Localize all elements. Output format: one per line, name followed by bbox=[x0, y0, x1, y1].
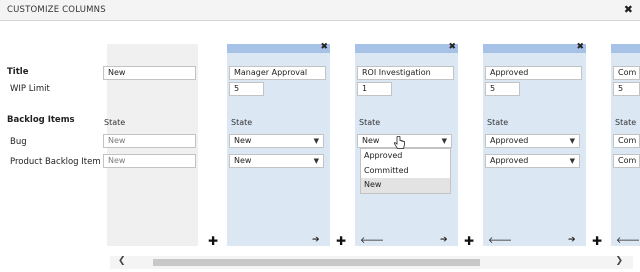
bug-state-select[interactable]: New ▼ bbox=[229, 134, 324, 148]
bug-state-select[interactable]: Approved ▼ bbox=[485, 134, 580, 148]
state-label: State bbox=[615, 118, 637, 127]
column-header: ✖ bbox=[483, 42, 586, 53]
dropdown-option[interactable]: Approved bbox=[361, 149, 450, 164]
hand-cursor-icon bbox=[394, 136, 405, 149]
row-label-backlog-items: Backlog Items bbox=[7, 115, 75, 125]
row-label-bug: Bug bbox=[10, 137, 27, 147]
row-label-product-backlog-item: Product Backlog Item bbox=[10, 157, 101, 167]
dropdown-option[interactable]: Committed bbox=[361, 164, 450, 179]
add-column-icon[interactable]: ✚ bbox=[592, 234, 602, 248]
add-column-icon[interactable]: ✚ bbox=[464, 234, 474, 248]
column-title-input[interactable]: Approved bbox=[485, 66, 582, 80]
chevron-down-icon: ▼ bbox=[569, 137, 575, 145]
arrow-right-icon[interactable]: ➔ bbox=[312, 235, 320, 245]
column-header bbox=[611, 44, 640, 53]
close-icon[interactable]: ✖ bbox=[624, 3, 633, 16]
scroll-right-icon[interactable]: ❯ bbox=[615, 256, 623, 266]
wip-limit-input[interactable]: 5 bbox=[613, 82, 640, 96]
dropdown-option[interactable]: New bbox=[361, 178, 450, 193]
close-icon[interactable]: ✖ bbox=[320, 42, 328, 52]
state-label: State bbox=[231, 118, 253, 127]
bug-state-select: New bbox=[103, 134, 196, 148]
pbi-state-select[interactable]: New ▼ bbox=[229, 154, 324, 168]
pbi-state-select[interactable]: Approved ▼ bbox=[485, 154, 580, 168]
pbi-state-select[interactable]: Com bbox=[613, 154, 640, 168]
close-icon[interactable]: ✖ bbox=[448, 42, 456, 52]
chevron-down-icon: ▼ bbox=[441, 137, 447, 145]
row-label-wip-limit: WIP Limit bbox=[10, 84, 50, 94]
row-label-title: Title bbox=[7, 67, 29, 77]
wip-limit-input[interactable]: 5 bbox=[229, 82, 264, 96]
arrow-left-icon[interactable]: 🡐 bbox=[360, 235, 384, 246]
arrow-right-icon[interactable]: ➔ bbox=[568, 235, 576, 245]
column-title-input[interactable]: Manager Approval bbox=[229, 66, 326, 80]
pbi-state-select: New bbox=[103, 154, 196, 168]
horizontal-scrollbar[interactable]: ❮ ❯ bbox=[110, 256, 633, 269]
state-label: State bbox=[104, 118, 126, 127]
state-label: State bbox=[359, 118, 381, 127]
arrow-left-icon[interactable]: 🡐 bbox=[488, 235, 512, 246]
wip-limit-input[interactable]: 1 bbox=[357, 82, 392, 96]
scroll-left-icon[interactable]: ❮ bbox=[118, 256, 126, 266]
state-dropdown-list: Approved Committed New bbox=[360, 148, 451, 194]
arrow-right-icon[interactable]: ➔ bbox=[440, 235, 448, 245]
column-title-input[interactable]: ROI Investigation bbox=[357, 66, 454, 80]
column-title-input[interactable]: Com bbox=[613, 66, 640, 80]
dialog-title: CUSTOMIZE COLUMNS bbox=[7, 5, 106, 15]
scrollbar-thumb[interactable] bbox=[153, 259, 480, 266]
column-header: ✖ bbox=[227, 42, 330, 53]
add-column-icon[interactable]: ✚ bbox=[208, 234, 218, 248]
close-icon[interactable]: ✖ bbox=[576, 42, 584, 52]
wip-limit-input[interactable]: 5 bbox=[485, 82, 520, 96]
column-title-input[interactable]: New bbox=[103, 66, 196, 80]
arrow-left-icon[interactable]: 🡐 bbox=[616, 235, 640, 246]
state-label: State bbox=[487, 118, 509, 127]
dialog-titlebar: CUSTOMIZE COLUMNS ✖ bbox=[0, 0, 640, 21]
chevron-down-icon: ▼ bbox=[313, 157, 319, 165]
chevron-down-icon: ▼ bbox=[569, 157, 575, 165]
add-column-icon[interactable]: ✚ bbox=[336, 234, 346, 248]
bug-state-select[interactable]: Com bbox=[613, 134, 640, 148]
column-header: ✖ bbox=[355, 42, 458, 53]
chevron-down-icon: ▼ bbox=[313, 137, 319, 145]
